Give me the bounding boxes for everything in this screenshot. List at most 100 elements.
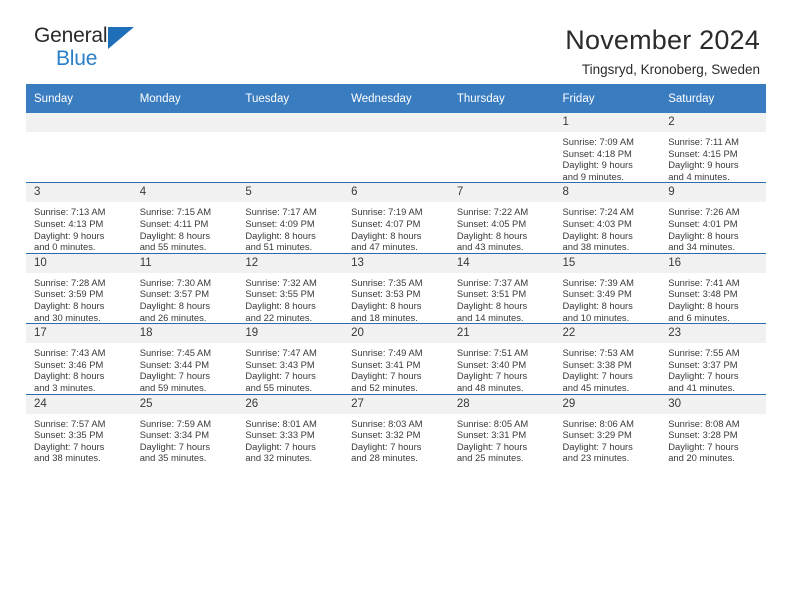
calendar-day-cell[interactable]: 13 Sunrise: 7:35 AM Sunset: 3:53 PM Dayligh…: [343, 252, 449, 324]
day-info-line: Daylight: 8 hours: [245, 229, 316, 241]
calendar-day-cell[interactable]: 28 Sunrise: 8:05 AM Sunset: 3:31 PM Dayligh…: [448, 393, 555, 464]
day-number: 4: [131, 183, 238, 203]
day-info-line: Sunrise: 8:06 AM: [562, 417, 634, 429]
day-number: 14: [448, 253, 555, 273]
day-info-line: and 45 minutes.: [562, 381, 630, 393]
day-info-line: and 4 minutes.: [668, 170, 730, 182]
day-info-line: Daylight: 7 hours: [668, 440, 739, 452]
day-info-line: Daylight: 7 hours: [139, 370, 211, 382]
day-info-line: Sunrise: 7:24 AM: [562, 206, 634, 218]
day-sun-info: Sunrise: 7:22 AM Sunset: 4:05 PM Daylight:…: [449, 202, 555, 252]
calendar-day-cell[interactable]: 21 Sunrise: 7:51 AM Sunset: 3:40 PM Dayligh…: [448, 323, 555, 394]
day-info-line: Sunrise: 7:43 AM: [34, 347, 106, 359]
day-info-line: Sunset: 3:38 PM: [562, 358, 632, 370]
day-info-line: Sunrise: 7:32 AM: [245, 276, 317, 288]
calendar-day-cell[interactable]: 17 Sunrise: 7:43 AM Sunset: 3:46 PM Dayligh…: [26, 323, 132, 394]
calendar-day-cell[interactable]: 22 Sunrise: 7:53 AM Sunset: 3:38 PM Dayligh…: [554, 323, 661, 394]
day-number: 24: [26, 394, 132, 414]
page-header: General Blue November 2024 Tingsryd, Kro…: [26, 0, 766, 78]
day-number: 22: [554, 324, 661, 344]
weekday-header-friday: Friday: [554, 84, 661, 113]
day-info-line: Sunset: 3:51 PM: [456, 288, 527, 300]
day-info-line: Sunset: 3:32 PM: [351, 429, 421, 441]
day-sun-info: Sunrise: 8:08 AM Sunset: 3:28 PM Daylight:…: [660, 414, 766, 464]
day-info-line: Daylight: 9 hours: [34, 229, 105, 241]
calendar-day-cell[interactable]: 15 Sunrise: 7:39 AM Sunset: 3:49 PM Dayligh…: [554, 252, 661, 324]
day-number: 19: [237, 324, 344, 344]
calendar-week-row: 10 Sunrise: 7:28 AM Sunset: 3:59 PM Dayligh…: [26, 252, 766, 324]
day-info-line: Sunrise: 7:55 AM: [668, 347, 740, 359]
calendar-day-cell[interactable]: 25 Sunrise: 7:59 AM Sunset: 3:34 PM Dayligh…: [131, 393, 238, 464]
day-sun-info: Sunrise: 7:41 AM Sunset: 3:48 PM Daylight:…: [660, 273, 766, 323]
day-info-line: Daylight: 8 hours: [562, 299, 633, 311]
calendar-day-cell[interactable]: 7 Sunrise: 7:22 AM Sunset: 4:05 PM Daylight…: [448, 182, 555, 254]
day-info-line: Daylight: 7 hours: [139, 440, 211, 452]
calendar-day-cell[interactable]: 30 Sunrise: 8:08 AM Sunset: 3:28 PM Dayligh…: [660, 393, 766, 464]
day-sun-info: Sunrise: 7:59 AM Sunset: 3:34 PM Daylight:…: [132, 414, 238, 464]
calendar-week-row: 17 Sunrise: 7:43 AM Sunset: 3:46 PM Dayligh…: [26, 323, 766, 394]
day-info-line: Sunset: 3:55 PM: [245, 288, 315, 300]
day-info-line: Daylight: 8 hours: [34, 299, 105, 311]
calendar-day-cell[interactable]: 12 Sunrise: 7:32 AM Sunset: 3:55 PM Dayligh…: [237, 252, 344, 324]
calendar-day-cell[interactable]: 23 Sunrise: 7:55 AM Sunset: 3:37 PM Dayligh…: [660, 323, 766, 394]
day-info-line: and 26 minutes.: [139, 311, 207, 323]
calendar-day-cell[interactable]: 2 Sunrise: 7:11 AM Sunset: 4:15 PM Daylight…: [660, 113, 766, 183]
day-sun-info: Sunrise: 7:30 AM Sunset: 3:57 PM Daylight:…: [132, 273, 238, 323]
day-info-line: and 14 minutes.: [456, 311, 524, 323]
calendar-day-cell[interactable]: 29 Sunrise: 8:06 AM Sunset: 3:29 PM Dayligh…: [554, 393, 661, 464]
day-number: [237, 113, 344, 132]
day-number: 27: [343, 394, 449, 414]
day-info-line: Daylight: 8 hours: [456, 299, 528, 311]
day-info-line: Sunset: 3:40 PM: [456, 358, 527, 370]
day-sun-info: Sunrise: 7:15 AM Sunset: 4:11 PM Daylight:…: [132, 202, 238, 252]
calendar-day-cell[interactable]: 10 Sunrise: 7:28 AM Sunset: 3:59 PM Dayligh…: [26, 252, 132, 324]
calendar-day-cell[interactable]: 20 Sunrise: 7:49 AM Sunset: 3:41 PM Dayligh…: [343, 323, 449, 394]
calendar-day-cell[interactable]: 26 Sunrise: 8:01 AM Sunset: 3:33 PM Dayligh…: [237, 393, 344, 464]
day-info-line: Sunset: 4:11 PM: [139, 217, 209, 229]
calendar-day-cell[interactable]: 8 Sunrise: 7:24 AM Sunset: 4:03 PM Daylight…: [554, 182, 661, 254]
brand-logo[interactable]: General Blue: [26, 24, 146, 76]
day-info-line: Daylight: 9 hours: [562, 159, 633, 171]
calendar-day-cell[interactable]: 16 Sunrise: 7:41 AM Sunset: 3:48 PM Dayligh…: [660, 252, 766, 324]
day-info-line: Sunset: 3:34 PM: [139, 429, 210, 441]
day-number: 16: [660, 253, 766, 273]
day-number: 23: [660, 324, 766, 344]
calendar-day-cell[interactable]: 1 Sunrise: 7:09 AM Sunset: 4:18 PM Daylight…: [554, 113, 661, 183]
day-number: [343, 113, 449, 132]
calendar-empty-cell: [131, 113, 238, 183]
calendar-day-cell[interactable]: 24 Sunrise: 7:57 AM Sunset: 3:35 PM Dayligh…: [26, 393, 132, 464]
day-sun-info: Sunrise: 7:47 AM Sunset: 3:43 PM Daylight:…: [237, 343, 343, 393]
calendar-day-cell[interactable]: 18 Sunrise: 7:45 AM Sunset: 3:44 PM Dayligh…: [131, 323, 238, 394]
day-info-line: Daylight: 8 hours: [351, 229, 422, 241]
day-sun-info: Sunrise: 7:17 AM Sunset: 4:09 PM Daylight:…: [237, 202, 343, 252]
day-info-line: Daylight: 7 hours: [562, 440, 633, 452]
day-info-line: and 3 minutes.: [34, 381, 96, 393]
day-number: 6: [343, 183, 449, 203]
calendar-day-cell[interactable]: 11 Sunrise: 7:30 AM Sunset: 3:57 PM Dayligh…: [131, 252, 238, 324]
calendar-day-cell[interactable]: 9 Sunrise: 7:26 AM Sunset: 4:01 PM Daylight…: [660, 182, 766, 254]
day-sun-info: Sunrise: 7:55 AM Sunset: 3:37 PM Daylight:…: [660, 343, 766, 393]
day-sun-info: Sunrise: 7:09 AM Sunset: 4:18 PM Daylight:…: [555, 132, 661, 182]
day-info-line: and 10 minutes.: [562, 311, 630, 323]
calendar-day-cell[interactable]: 19 Sunrise: 7:47 AM Sunset: 3:43 PM Dayligh…: [237, 323, 344, 394]
calendar-empty-cell: [448, 113, 555, 183]
day-info-line: Daylight: 7 hours: [351, 440, 422, 452]
day-info-line: Sunset: 3:53 PM: [351, 288, 421, 300]
day-info-line: Sunrise: 7:53 AM: [562, 347, 634, 359]
day-number: [26, 113, 132, 132]
day-info-line: Sunset: 3:33 PM: [245, 429, 315, 441]
day-info-line: Sunrise: 7:35 AM: [351, 276, 423, 288]
calendar-day-cell[interactable]: 6 Sunrise: 7:19 AM Sunset: 4:07 PM Daylight…: [343, 182, 449, 254]
calendar-empty-cell: [343, 113, 449, 183]
calendar-day-cell[interactable]: 3 Sunrise: 7:13 AM Sunset: 4:13 PM Daylight…: [26, 182, 132, 254]
calendar-day-cell[interactable]: 5 Sunrise: 7:17 AM Sunset: 4:09 PM Daylight…: [237, 182, 344, 254]
day-info-line: Sunrise: 7:11 AM: [668, 136, 739, 147]
calendar-day-cell[interactable]: 27 Sunrise: 8:03 AM Sunset: 3:32 PM Dayligh…: [343, 393, 449, 464]
day-info-line: Daylight: 8 hours: [139, 229, 211, 241]
day-info-line: and 38 minutes.: [562, 241, 630, 253]
logo-text-blue: Blue: [56, 47, 98, 70]
calendar-week-row: 1 Sunrise: 7:09 AM Sunset: 4:18 PM Daylight…: [26, 113, 766, 183]
calendar-day-cell[interactable]: 4 Sunrise: 7:15 AM Sunset: 4:11 PM Daylight…: [131, 182, 238, 254]
calendar-day-cell[interactable]: 14 Sunrise: 7:37 AM Sunset: 3:51 PM Dayligh…: [448, 252, 555, 324]
day-sun-info: Sunrise: 7:19 AM Sunset: 4:07 PM Daylight:…: [343, 202, 449, 252]
